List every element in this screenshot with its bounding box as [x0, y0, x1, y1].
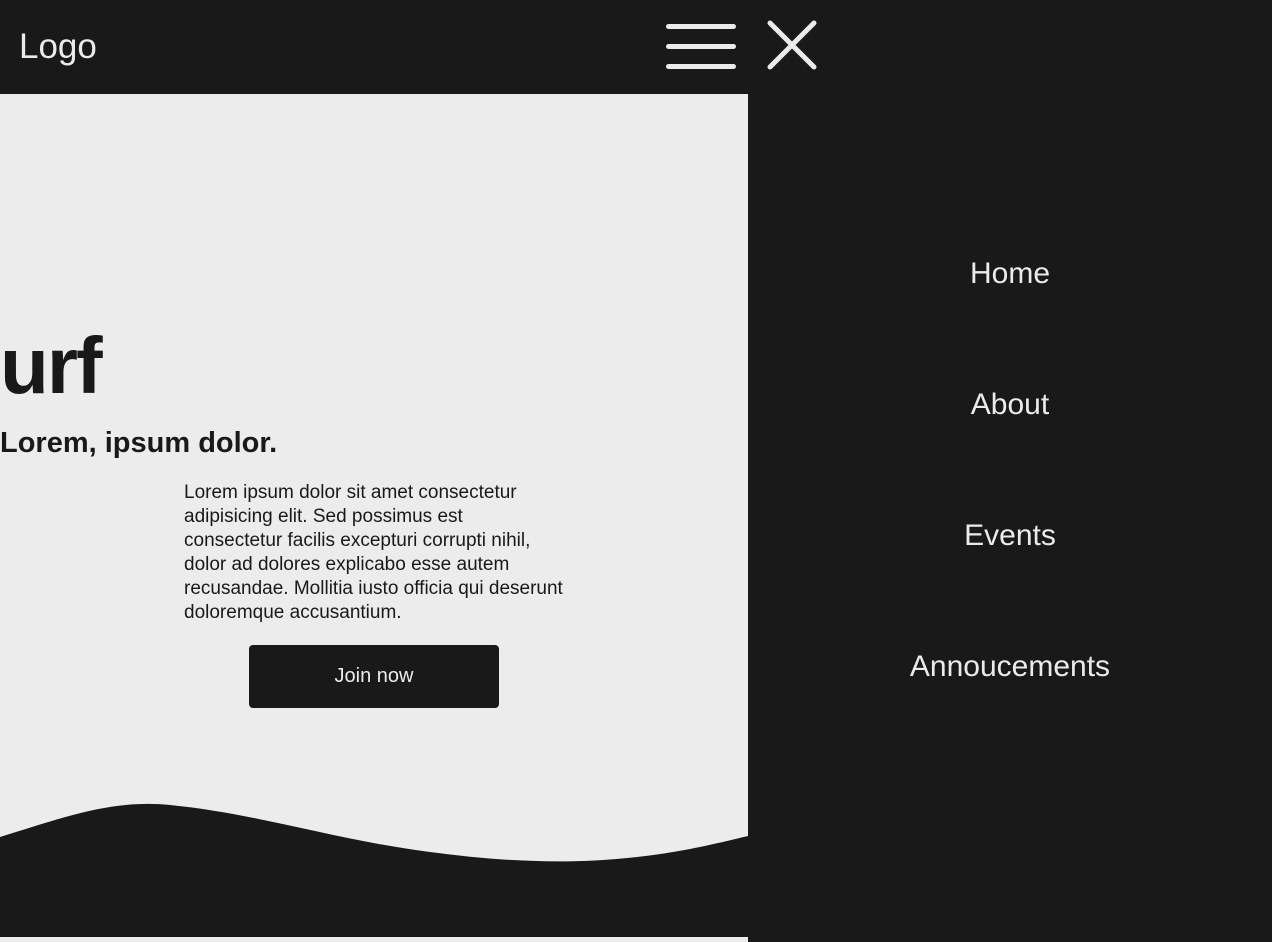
- hero-subtitle: Lorem, ipsum dolor.: [0, 427, 278, 459]
- nav-menu: Home About Events Annoucements: [748, 94, 1272, 942]
- hero-section: urf Lorem, ipsum dolor. Lorem ipsum dolo…: [0, 94, 748, 937]
- nav-item-annoucements[interactable]: Annoucements: [748, 649, 1272, 685]
- header: Logo: [0, 0, 1272, 94]
- nav-item-about[interactable]: About: [748, 387, 1272, 423]
- nav-item-events[interactable]: Events: [748, 518, 1272, 554]
- hamburger-icon[interactable]: [666, 24, 736, 70]
- hero-title: urf: [0, 321, 103, 410]
- hamburger-line: [666, 64, 736, 69]
- nav-item-home[interactable]: Home: [748, 256, 1272, 292]
- close-icon-glyph: [767, 20, 817, 70]
- page: urf Lorem, ipsum dolor. Lorem ipsum dolo…: [0, 0, 1272, 942]
- join-now-button[interactable]: Join now: [249, 645, 499, 708]
- hero-description: Lorem ipsum dolor sit amet consectetur a…: [184, 482, 563, 623]
- logo[interactable]: Logo: [19, 26, 97, 68]
- close-icon[interactable]: [766, 20, 818, 70]
- bottom-strip: [0, 937, 748, 942]
- hamburger-line: [666, 44, 736, 49]
- hamburger-line: [666, 24, 736, 29]
